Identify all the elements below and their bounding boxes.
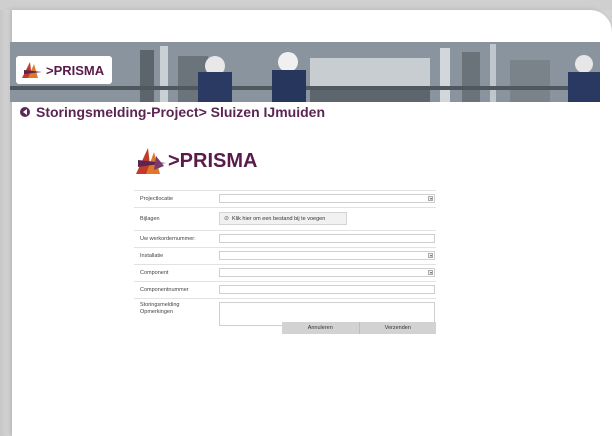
report-form: >PRISMA Projectlocatie Bijlagen ⊘ Klik h… [122,140,436,334]
submit-button[interactable]: Verzenden [358,322,437,334]
header-banner: >PRISMA [10,42,600,102]
projectlocatie-label: Projectlocatie [140,195,174,202]
prisma-logo-icon [136,148,166,174]
form-actions: Annuleren Verzenden [282,322,436,334]
page-title: Storingsmelding-Project> Sluizen IJmuide… [36,104,325,120]
page-heading: Storingsmelding-Project> Sluizen IJmuide… [20,104,325,120]
opmerkingen-label: Storingsmelding Opmerkingen [140,302,180,315]
cancel-button[interactable]: Annuleren [282,322,359,334]
componentnummer-label: Componentnummer [140,286,189,293]
chevron-down-icon[interactable] [428,253,433,258]
installatie-label: Installatie [140,252,164,259]
bijlagen-label: Bijlagen [140,215,160,222]
page-left-edge [0,0,10,436]
page-top-edge [0,0,612,10]
row-componentnummer: Componentnummer [134,281,436,298]
prisma-logo-icon [22,62,42,78]
component-label: Component [140,269,169,276]
installatie-select[interactable] [219,251,435,260]
row-bijlagen: Bijlagen ⊘ Klik hier om een bestand bij … [134,207,436,230]
form-fields: Projectlocatie Bijlagen ⊘ Klik hier om e… [134,190,436,329]
row-projectlocatie: Projectlocatie [134,190,436,207]
back-arrow-icon[interactable] [20,107,30,117]
projectlocatie-select[interactable] [219,194,435,203]
attach-file-button[interactable]: ⊘ Klik hier om een bestand bij te voegen [219,212,347,225]
row-installatie: Installatie [134,247,436,264]
chevron-down-icon[interactable] [428,196,433,201]
paperclip-icon: ⊘ [224,216,230,222]
component-select[interactable] [219,268,435,277]
row-werkordernummer: Uw werkordernummer: [134,230,436,247]
banner-logo-text: >PRISMA [46,62,105,78]
chevron-down-icon[interactable] [428,270,433,275]
componentnummer-input[interactable] [219,285,435,294]
banner-logo[interactable]: >PRISMA [16,56,112,84]
werkordernummer-label: Uw werkordernummer: [140,235,196,242]
row-component: Component [134,264,436,281]
attach-file-label: Klik hier om een bestand bij te voegen [232,215,326,222]
werkordernummer-input[interactable] [219,234,435,243]
form-logo: >PRISMA [134,146,257,176]
form-logo-text: >PRISMA [168,149,258,172]
